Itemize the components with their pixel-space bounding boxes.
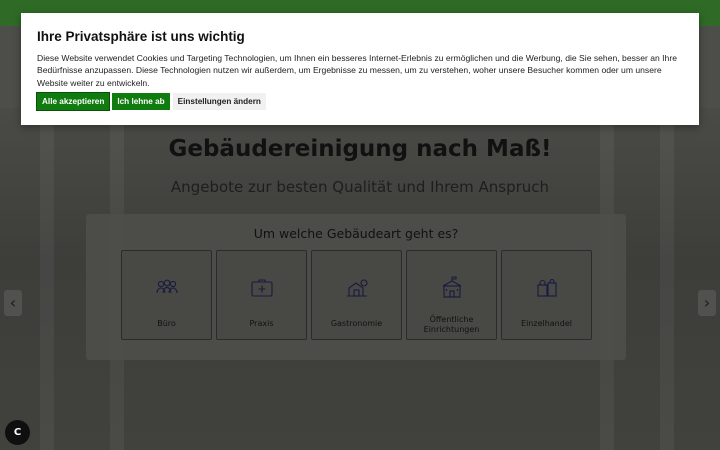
hero-section: Gebäudereinigung nach Maß! Angebote zur … <box>0 108 720 450</box>
cookie-buttons: Alle akzeptieren Ich lehne ab Einstellun… <box>35 92 266 111</box>
medical-kit-icon <box>251 279 273 297</box>
shopping-bags-icon <box>537 278 557 297</box>
option-label: Büro <box>157 319 176 328</box>
cookie-title: Ihre Privatsphäre ist uns wichtig <box>37 29 245 44</box>
option-buero[interactable]: Büro <box>121 250 212 340</box>
option-label: Öffentliche Einrichtungen <box>423 315 480 334</box>
cookie-text: Diese Website verwendet Cookies und Targ… <box>37 53 677 88</box>
cookie-consent-dialog: Ihre Privatsphäre ist uns wichtig Diese … <box>21 13 699 125</box>
restaurant-icon <box>347 279 368 297</box>
people-icon <box>156 279 178 294</box>
settings-button[interactable]: Einstellungen ändern <box>172 93 266 110</box>
option-label: Praxis <box>249 319 274 328</box>
building-type-selector: Um welche Gebäudeart geht es? Büro Praxi… <box>86 214 626 360</box>
option-praxis[interactable]: Praxis <box>216 250 307 340</box>
option-oeffentliche-einrichtungen[interactable]: Öffentliche Einrichtungen <box>406 250 497 340</box>
hero-subtitle: Angebote zur besten Qualität und Ihrem A… <box>170 178 550 196</box>
option-einzelhandel[interactable]: Einzelhandel <box>501 250 592 340</box>
public-building-icon <box>442 276 462 298</box>
carousel-next-button[interactable]: › <box>698 290 716 316</box>
option-label: Einzelhandel <box>521 319 572 328</box>
accept-all-button[interactable]: Alle akzeptieren <box>35 92 111 111</box>
hero-title: Gebäudereinigung nach Maß! <box>168 136 552 162</box>
option-gastronomie[interactable]: Gastronomie <box>311 250 402 340</box>
decline-button[interactable]: Ich lehne ab <box>112 93 170 110</box>
option-label: Gastronomie <box>330 319 383 328</box>
chat-button[interactable]: C <box>5 420 30 445</box>
selector-question: Um welche Gebäudeart geht es? <box>253 226 459 241</box>
carousel-prev-button[interactable]: ‹ <box>4 290 22 316</box>
